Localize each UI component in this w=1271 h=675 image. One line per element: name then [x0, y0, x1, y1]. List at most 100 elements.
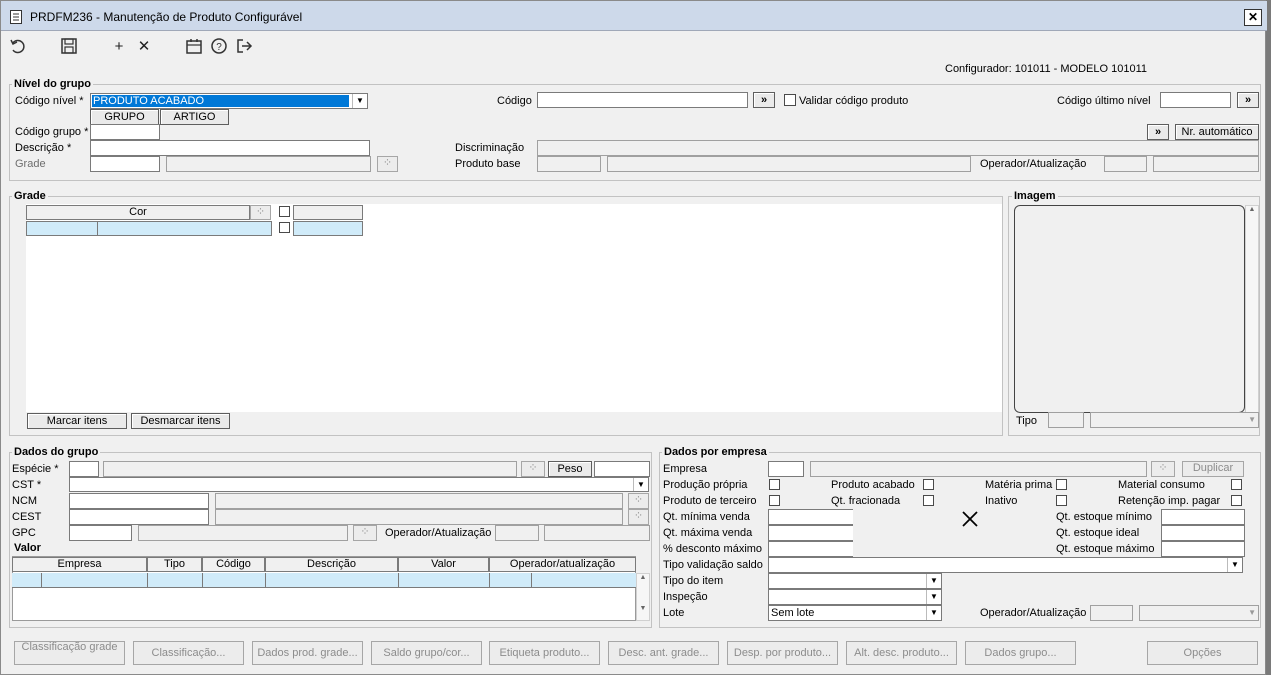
- help-icon[interactable]: ?: [209, 37, 229, 57]
- empresa-atualizacao-select[interactable]: ▼: [1139, 605, 1259, 621]
- valor-col-empresa[interactable]: Empresa: [12, 557, 147, 572]
- title-bar: PRDFM236 - Manutenção de Produto Configu…: [1, 1, 1267, 31]
- nr-automatico-button[interactable]: Nr. automático: [1175, 124, 1259, 140]
- qt-min-venda-input[interactable]: [768, 509, 854, 525]
- empresa-input[interactable]: [768, 461, 804, 477]
- inativo-checkbox[interactable]: [1056, 495, 1067, 506]
- ultimo-nivel-input[interactable]: [1160, 92, 1231, 108]
- qt-max-venda-label: Qt. máxima venda: [663, 527, 753, 539]
- producao-propria-checkbox[interactable]: [769, 479, 780, 490]
- produto-terceiro-checkbox[interactable]: [769, 495, 780, 506]
- opcoes-button[interactable]: Opções: [1147, 641, 1258, 665]
- cest-lookup-button[interactable]: ⁘: [628, 509, 649, 525]
- validar-checkbox[interactable]: [784, 94, 796, 106]
- tipo-validacao-select[interactable]: ▼: [768, 557, 1243, 573]
- codigo-grupo-label: Código grupo *: [15, 126, 89, 138]
- codigo-nivel-select[interactable]: PRODUTO ACABADO ▼: [90, 93, 368, 109]
- qt-fracionada-checkbox[interactable]: [923, 495, 934, 506]
- valor-row-divider: [202, 573, 203, 588]
- materia-prima-checkbox[interactable]: [1056, 479, 1067, 490]
- calendar-icon[interactable]: [184, 37, 204, 57]
- tipo-code-field: [1048, 412, 1084, 428]
- ultimo-nivel-search-button[interactable]: »: [1237, 92, 1259, 108]
- undo-icon[interactable]: [8, 37, 28, 57]
- classificacao-grade-button[interactable]: Classificação grade: [14, 641, 125, 665]
- cst-select[interactable]: ▼: [69, 477, 649, 492]
- desconto-max-input[interactable]: [768, 541, 854, 557]
- cest-input[interactable]: [69, 509, 209, 525]
- scroll-down-icon: ▼: [639, 605, 647, 612]
- saldo-grupo-cor-button[interactable]: Saldo grupo/cor...: [371, 641, 482, 665]
- delete-icon[interactable]: ✕: [134, 37, 154, 57]
- tipo-item-select[interactable]: ▼: [768, 573, 942, 589]
- qt-est-max-input[interactable]: [1161, 541, 1245, 557]
- produto-base-label: Produto base: [455, 158, 521, 170]
- inspecao-select[interactable]: ▼: [768, 589, 942, 605]
- cor-lookup-button[interactable]: ⁘: [250, 205, 271, 220]
- grade-code-input[interactable]: [90, 156, 160, 172]
- exit-icon[interactable]: [234, 37, 254, 57]
- valor-col-operador[interactable]: Operador/atualização: [489, 557, 636, 572]
- duplicar-button[interactable]: Duplicar: [1182, 461, 1244, 477]
- desc-ant-grade-button[interactable]: Desc. ant. grade...: [608, 641, 719, 665]
- especie-input[interactable]: [69, 461, 99, 477]
- gpc-input[interactable]: [69, 525, 132, 541]
- inativo-label: Inativo: [985, 495, 1018, 507]
- valor-row-divider: [265, 573, 266, 588]
- grade-row-checkbox[interactable]: [279, 222, 290, 233]
- imagem-scrollbar[interactable]: ▲: [1245, 205, 1259, 413]
- qt-est-ideal-input[interactable]: [1161, 525, 1245, 541]
- empresa-lookup-button[interactable]: ⁘: [1151, 461, 1175, 477]
- close-button[interactable]: ✕: [1244, 9, 1262, 26]
- marcar-itens-button[interactable]: Marcar itens: [27, 413, 127, 429]
- material-consumo-checkbox[interactable]: [1231, 479, 1242, 490]
- codigo-search-button[interactable]: »: [753, 92, 775, 108]
- codigo-input[interactable]: [537, 92, 748, 108]
- artigo-button[interactable]: ARTIGO: [160, 109, 229, 125]
- cor-column-header[interactable]: Cor: [26, 205, 250, 220]
- produto-acabado-checkbox[interactable]: [923, 479, 934, 490]
- main-window: PRDFM236 - Manutenção de Produto Configu…: [0, 0, 1267, 675]
- alt-desc-produto-button[interactable]: Alt. desc. produto...: [846, 641, 957, 665]
- peso-input[interactable]: [594, 461, 650, 477]
- tipo-select[interactable]: ▼: [1090, 412, 1259, 428]
- desmarcar-itens-button[interactable]: Desmarcar itens: [131, 413, 230, 429]
- grupo-button[interactable]: GRUPO: [90, 109, 159, 125]
- valor-col-tipo[interactable]: Tipo: [147, 557, 202, 572]
- valor-row[interactable]: [12, 573, 636, 588]
- lote-select[interactable]: Sem lote ▼: [768, 605, 942, 621]
- ncm-lookup-button[interactable]: ⁘: [628, 493, 649, 509]
- save-icon[interactable]: [59, 37, 79, 57]
- lookup-icon: ⁘: [382, 157, 393, 169]
- gpc-lookup-button[interactable]: ⁘: [353, 525, 377, 541]
- produto-terceiro-label: Produto de terceiro: [663, 495, 757, 507]
- valor-col-valor[interactable]: Valor: [398, 557, 489, 572]
- dados-grupo-button[interactable]: Dados grupo...: [965, 641, 1076, 665]
- grade-label: Grade: [15, 158, 46, 170]
- valor-col-descricao[interactable]: Descrição: [265, 557, 398, 572]
- grade-lookup-button[interactable]: ⁘: [377, 156, 398, 172]
- valor-scrollbar[interactable]: ▲ ▼: [636, 573, 650, 621]
- retencao-checkbox[interactable]: [1231, 495, 1242, 506]
- grade-desc-field: [166, 156, 371, 172]
- add-icon[interactable]: +: [109, 37, 129, 57]
- ncm-input[interactable]: [69, 493, 209, 509]
- qt-max-venda-input[interactable]: [768, 525, 854, 541]
- material-consumo-label: Material consumo: [1118, 479, 1205, 491]
- peso-button[interactable]: Peso: [548, 461, 592, 477]
- valor-col-codigo[interactable]: Código: [202, 557, 265, 572]
- grade-row-extra[interactable]: [293, 221, 363, 236]
- desp-por-produto-button[interactable]: Desp. por produto...: [727, 641, 838, 665]
- descricao-input[interactable]: [90, 140, 370, 156]
- classificacao-button[interactable]: Classificação...: [133, 641, 244, 665]
- cest-label: CEST: [12, 511, 42, 523]
- select-all-checkbox[interactable]: [279, 206, 290, 217]
- grade-row[interactable]: [26, 221, 272, 236]
- codigo-grupo-input[interactable]: [90, 124, 160, 140]
- especie-lookup-button[interactable]: ⁘: [521, 461, 545, 477]
- nr-search-button[interactable]: »: [1147, 124, 1169, 140]
- etiqueta-produto-button[interactable]: Etiqueta produto...: [489, 641, 600, 665]
- imagem-box: [1014, 205, 1245, 413]
- qt-est-min-input[interactable]: [1161, 509, 1245, 525]
- dados-prod-grade-button[interactable]: Dados prod. grade...: [252, 641, 363, 665]
